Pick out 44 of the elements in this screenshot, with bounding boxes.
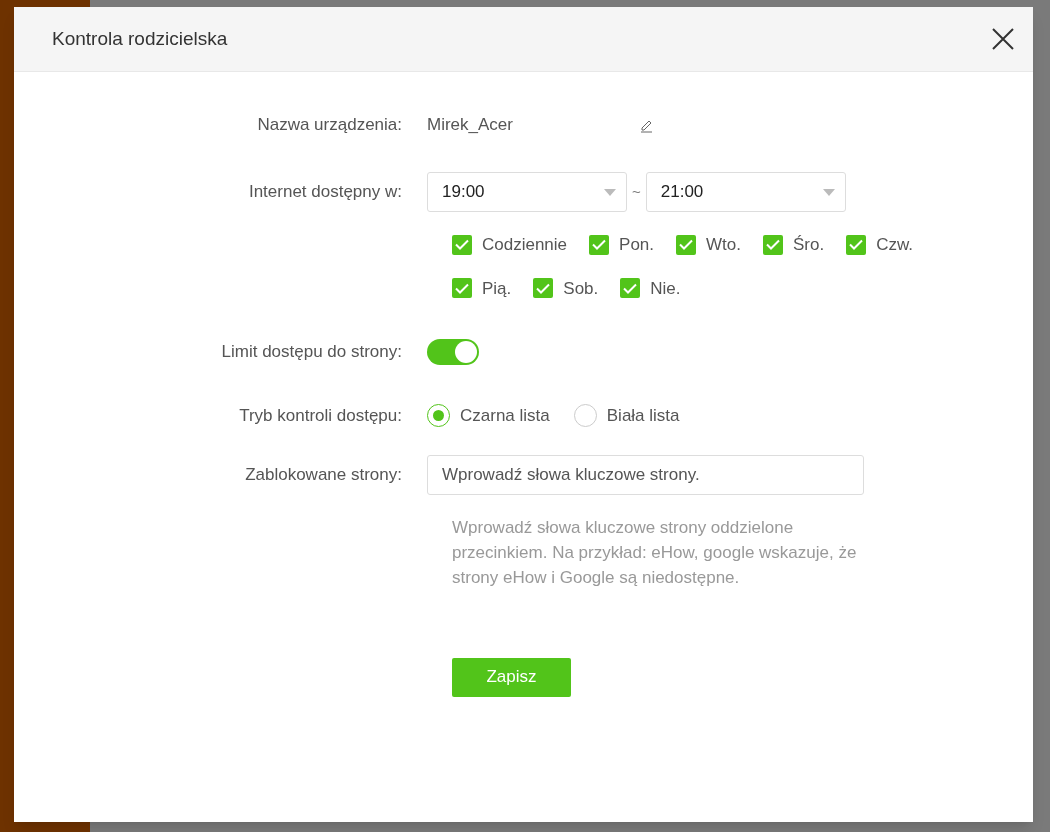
day-label: Codziennie [482, 234, 568, 256]
day-label: Czw. [876, 234, 914, 256]
check-icon [623, 282, 638, 294]
day-label: Śro. [793, 234, 825, 256]
checkbox[interactable] [452, 278, 472, 299]
check-icon [766, 239, 780, 251]
checkbox[interactable] [763, 234, 783, 255]
day-label: Wto. [706, 234, 741, 256]
field-label: Tryb kontroli dostępu: [239, 406, 402, 425]
checkbox[interactable] [620, 278, 641, 299]
checkbox[interactable] [452, 234, 472, 255]
keywords-input[interactable]: Wprowadź słowa kluczowe strony. [427, 454, 864, 495]
checkbox[interactable] [846, 234, 867, 255]
toggle-switch[interactable] [427, 339, 479, 365]
field-label: Limit dostępu do strony: [221, 342, 402, 362]
day-label: Sob. [563, 277, 599, 300]
field-label: Zablokowane strony: [245, 464, 402, 484]
day-label: Pią. [482, 277, 512, 300]
check-icon [536, 282, 551, 294]
radio-button[interactable] [573, 404, 597, 428]
field-label: Internet dostępny w: [248, 182, 402, 202]
device-name: Mirek_Acer [427, 114, 514, 137]
dialog-title: Kontrola rodzicielska [52, 26, 228, 51]
radio-label: Czarna lista [460, 405, 550, 427]
day-label: Pon. [619, 234, 655, 256]
time-select[interactable]: 19:00 [427, 172, 627, 212]
close-icon [992, 28, 1014, 50]
hint-text: Wprowadź słowa kluczowe strony oddzielone przecinkiem. Na przykład: eHow, google wskazuje, że strony eHow i Google są niedostępne. [452, 516, 858, 589]
check-icon [679, 239, 694, 251]
radio-button[interactable] [427, 404, 450, 428]
checkbox[interactable] [589, 234, 610, 255]
range-separator: ~ [632, 181, 641, 202]
field-label: Nazwa urządzenia: [257, 115, 402, 135]
radio-label: Biała lista [606, 405, 680, 427]
day-label: Nie. [650, 277, 681, 300]
check-icon [455, 282, 469, 294]
checkbox[interactable] [676, 234, 697, 255]
check-icon [455, 239, 469, 251]
caret-icon [604, 188, 616, 196]
checkbox[interactable] [533, 278, 554, 299]
check-icon [592, 239, 607, 251]
time-select[interactable]: 21:00 [645, 172, 846, 212]
check-icon [849, 239, 864, 251]
caret-icon [822, 188, 835, 196]
